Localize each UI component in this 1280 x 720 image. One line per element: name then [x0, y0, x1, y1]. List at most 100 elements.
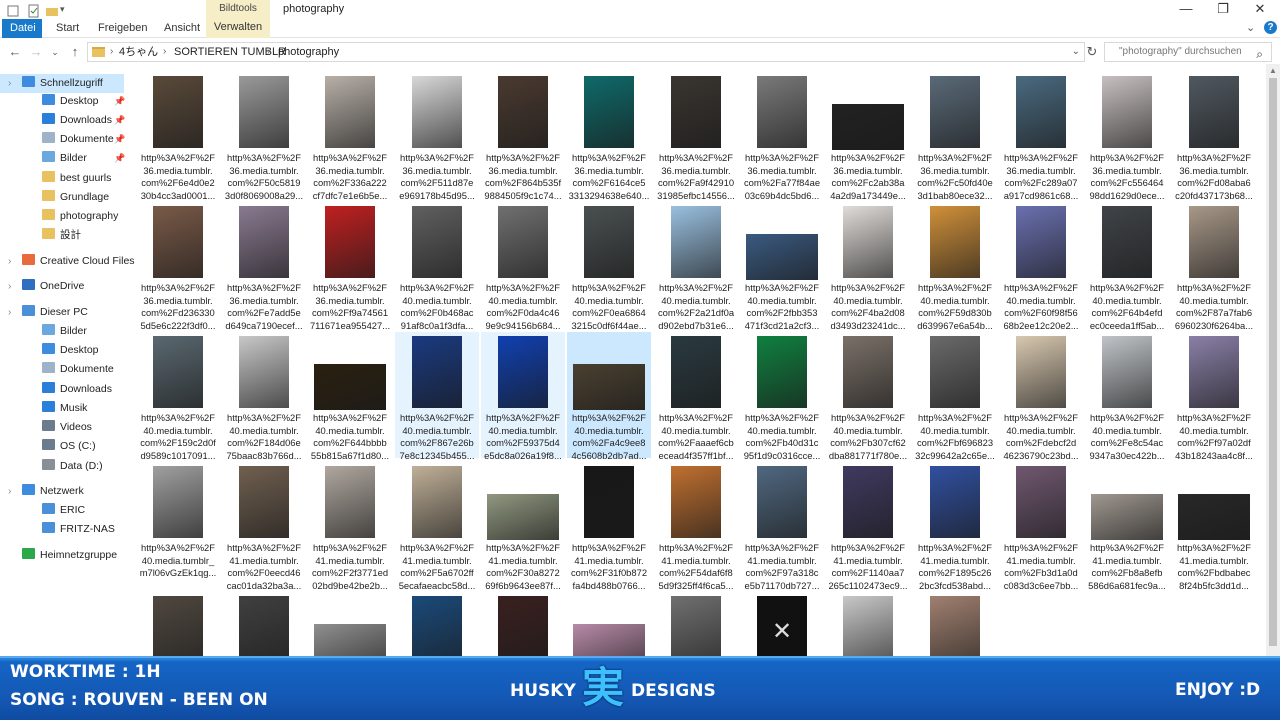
file-item[interactable]: http%3A%2F%2F 36.media.tumblr. com%2Fd08…: [1172, 72, 1256, 201]
file-item[interactable]: ✕: [740, 592, 824, 656]
file-item[interactable]: [826, 592, 910, 656]
file-item[interactable]: http%3A%2F%2F 41.media.tumblr. com%2F0ee…: [222, 462, 306, 591]
file-item[interactable]: http%3A%2F%2F 40.media.tumblr. com%2Fe8c…: [1085, 332, 1169, 461]
address-dropdown-icon[interactable]: ⌄: [1072, 43, 1080, 61]
file-item[interactable]: http%3A%2F%2F 36.media.tumblr. com%2Fc55…: [1085, 72, 1169, 201]
file-item[interactable]: http%3A%2F%2F 36.media.tumblr. com%2F50c…: [222, 72, 306, 201]
file-item[interactable]: http%3A%2F%2F 40.media.tumblr. com%2Fdeb…: [999, 332, 1083, 461]
refresh-icon[interactable]: ↻: [1083, 43, 1101, 61]
forward-arrow-icon[interactable]: →: [27, 43, 45, 61]
file-item[interactable]: http%3A%2F%2F 41.media.tumblr. com%2F2f3…: [308, 462, 392, 591]
sidebar-item[interactable]: › Netzwerk: [8, 482, 124, 501]
file-item[interactable]: http%3A%2F%2F 40.media.tumblr. com%2Ff97…: [1172, 332, 1256, 461]
minimize-button[interactable]: —: [1168, 0, 1204, 18]
sidebar-item[interactable]: Heimnetzgruppe: [22, 546, 124, 565]
file-item[interactable]: http%3A%2F%2F 40.media.tumblr. com%2F159…: [136, 332, 220, 461]
file-item[interactable]: http%3A%2F%2F 41.media.tumblr. com%2F30a…: [481, 462, 565, 591]
back-arrow-icon[interactable]: ←: [6, 43, 24, 61]
file-item[interactable]: [481, 592, 565, 656]
file-item[interactable]: http%3A%2F%2F 36.media.tumblr. com%2Fa9f…: [654, 72, 738, 201]
file-item[interactable]: http%3A%2F%2F 40.media.tumblr. com%2F2fb…: [740, 202, 824, 331]
sidebar-item[interactable]: FRITZ-NAS: [42, 520, 124, 539]
sidebar-item[interactable]: Grundlage: [42, 188, 124, 207]
file-item[interactable]: http%3A%2F%2F 40.media.tumblr. com%2Faaa…: [654, 332, 738, 461]
vertical-scrollbar[interactable]: ▲: [1266, 64, 1280, 656]
quick-access-icon[interactable]: [6, 4, 20, 18]
file-item[interactable]: http%3A%2F%2F 40.media.tumblr. com%2F184…: [222, 332, 306, 461]
recent-locations-icon[interactable]: ⌄: [46, 43, 64, 61]
properties-icon[interactable]: [27, 4, 41, 18]
scrollbar-thumb[interactable]: [1269, 78, 1277, 646]
expand-chevron-icon[interactable]: ›: [8, 482, 11, 501]
sidebar-item[interactable]: Musik: [42, 399, 124, 418]
file-item[interactable]: http%3A%2F%2F 36.media.tumblr. com%2Fe7a…: [222, 202, 306, 331]
pin-icon[interactable]: 📌: [114, 130, 125, 149]
tab-datei[interactable]: Datei: [2, 19, 42, 38]
sidebar-item[interactable]: Downloads: [42, 380, 124, 399]
breadcrumb-item[interactable]: photography: [278, 43, 339, 61]
sidebar-item[interactable]: Dokumente 📌: [42, 130, 125, 149]
sidebar-item[interactable]: › Creative Cloud Files: [8, 252, 135, 271]
sidebar-item[interactable]: Data (D:): [42, 457, 124, 476]
address-field[interactable]: › 4ちゃん › SORTIEREN TUMBLR › photography …: [87, 42, 1085, 62]
file-item[interactable]: http%3A%2F%2F 40.media.tumblr. com%2F4ba…: [826, 202, 910, 331]
file-item[interactable]: http%3A%2F%2F 41.media.tumblr. com%2F31f…: [567, 462, 651, 591]
tab-verwalten[interactable]: Verwalten: [206, 18, 270, 38]
tab-ansicht[interactable]: Ansicht: [156, 19, 208, 38]
file-item[interactable]: http%3A%2F%2F 36.media.tumblr. com%2Fa77…: [740, 72, 824, 201]
file-item[interactable]: http%3A%2F%2F 41.media.tumblr. com%2F189…: [913, 462, 997, 591]
search-input[interactable]: "photography" durchsuchen ⌕: [1104, 42, 1272, 62]
sidebar-item[interactable]: Dokumente: [42, 360, 124, 379]
file-item[interactable]: http%3A%2F%2F 36.media.tumblr. com%2Ff9a…: [308, 202, 392, 331]
breadcrumb-separator-icon[interactable]: ›: [163, 43, 166, 61]
sidebar-item[interactable]: Videos: [42, 418, 124, 437]
file-item[interactable]: http%3A%2F%2F 40.media.tumblr. com%2F644…: [308, 332, 392, 461]
up-arrow-icon[interactable]: ↑: [66, 43, 84, 61]
sidebar-item[interactable]: photography: [42, 207, 124, 226]
file-item[interactable]: http%3A%2F%2F 41.media.tumblr. com%2F54d…: [654, 462, 738, 591]
file-item[interactable]: http%3A%2F%2F 40.media.tumblr. com%2F593…: [481, 332, 565, 461]
file-item[interactable]: http%3A%2F%2F 40.media.tumblr. com%2F60f…: [999, 202, 1083, 331]
file-item[interactable]: http%3A%2F%2F 36.media.tumblr. com%2F864…: [481, 72, 565, 201]
sidebar-item[interactable]: Desktop 📌: [42, 92, 125, 111]
file-item[interactable]: http%3A%2F%2F 40.media.tumblr. com%2F0ea…: [567, 202, 651, 331]
expand-chevron-icon[interactable]: ›: [8, 303, 11, 322]
file-item[interactable]: http%3A%2F%2F 40.media.tumblr_ m7l06vGzE…: [136, 462, 220, 588]
sidebar-item[interactable]: 設計: [42, 226, 124, 245]
file-item[interactable]: http%3A%2F%2F 41.media.tumblr. com%2F5a6…: [395, 462, 479, 591]
sidebar-item[interactable]: best guurls: [42, 169, 124, 188]
file-item[interactable]: http%3A%2F%2F 41.media.tumblr. com%2Fbdb…: [1172, 462, 1256, 591]
file-item[interactable]: [136, 592, 220, 656]
file-item[interactable]: http%3A%2F%2F 36.media.tumblr. com%2F511…: [395, 72, 479, 201]
expand-chevron-icon[interactable]: ›: [8, 74, 11, 93]
file-item[interactable]: http%3A%2F%2F 36.media.tumblr. com%2Fc2a…: [826, 72, 910, 201]
file-item[interactable]: http%3A%2F%2F 41.media.tumblr. com%2Fb3d…: [999, 462, 1083, 591]
file-item[interactable]: [913, 592, 997, 656]
file-item[interactable]: http%3A%2F%2F 40.media.tumblr. com%2F2a2…: [654, 202, 738, 331]
file-item[interactable]: [567, 592, 651, 656]
file-item[interactable]: http%3A%2F%2F 40.media.tumblr. com%2Fb40…: [740, 332, 824, 461]
scroll-up-icon[interactable]: ▲: [1269, 66, 1277, 75]
file-item[interactable]: [308, 592, 392, 656]
pin-icon[interactable]: 📌: [114, 111, 125, 130]
file-item[interactable]: http%3A%2F%2F 40.media.tumblr. com%2Fbf6…: [913, 332, 997, 461]
file-item[interactable]: http%3A%2F%2F 40.media.tumblr. com%2F0b4…: [395, 202, 479, 331]
sidebar-item[interactable]: Downloads 📌: [42, 111, 125, 130]
pin-icon[interactable]: 📌: [114, 92, 125, 111]
help-icon[interactable]: ?: [1264, 21, 1277, 34]
file-item[interactable]: http%3A%2F%2F 40.media.tumblr. com%2F867…: [395, 332, 479, 461]
breadcrumb-separator-icon[interactable]: ›: [110, 43, 113, 61]
file-item[interactable]: [222, 592, 306, 656]
file-item[interactable]: [654, 592, 738, 656]
file-item[interactable]: http%3A%2F%2F 36.media.tumblr. com%2Fd23…: [136, 202, 220, 331]
file-item[interactable]: http%3A%2F%2F 36.media.tumblr. com%2F336…: [308, 72, 392, 201]
breadcrumb-separator-icon[interactable]: ›: [267, 43, 270, 61]
pin-icon[interactable]: 📌: [114, 149, 125, 168]
file-item[interactable]: http%3A%2F%2F 40.media.tumblr. com%2F59d…: [913, 202, 997, 331]
sidebar-item[interactable]: ERIC: [42, 501, 124, 520]
sidebar-item[interactable]: Bilder: [42, 322, 124, 341]
sidebar-item[interactable]: Desktop: [42, 341, 124, 360]
sidebar-item[interactable]: › Dieser PC: [8, 303, 124, 322]
tab-start[interactable]: Start: [48, 19, 87, 38]
customize-toolbar-icon[interactable]: ▾: [60, 4, 74, 18]
